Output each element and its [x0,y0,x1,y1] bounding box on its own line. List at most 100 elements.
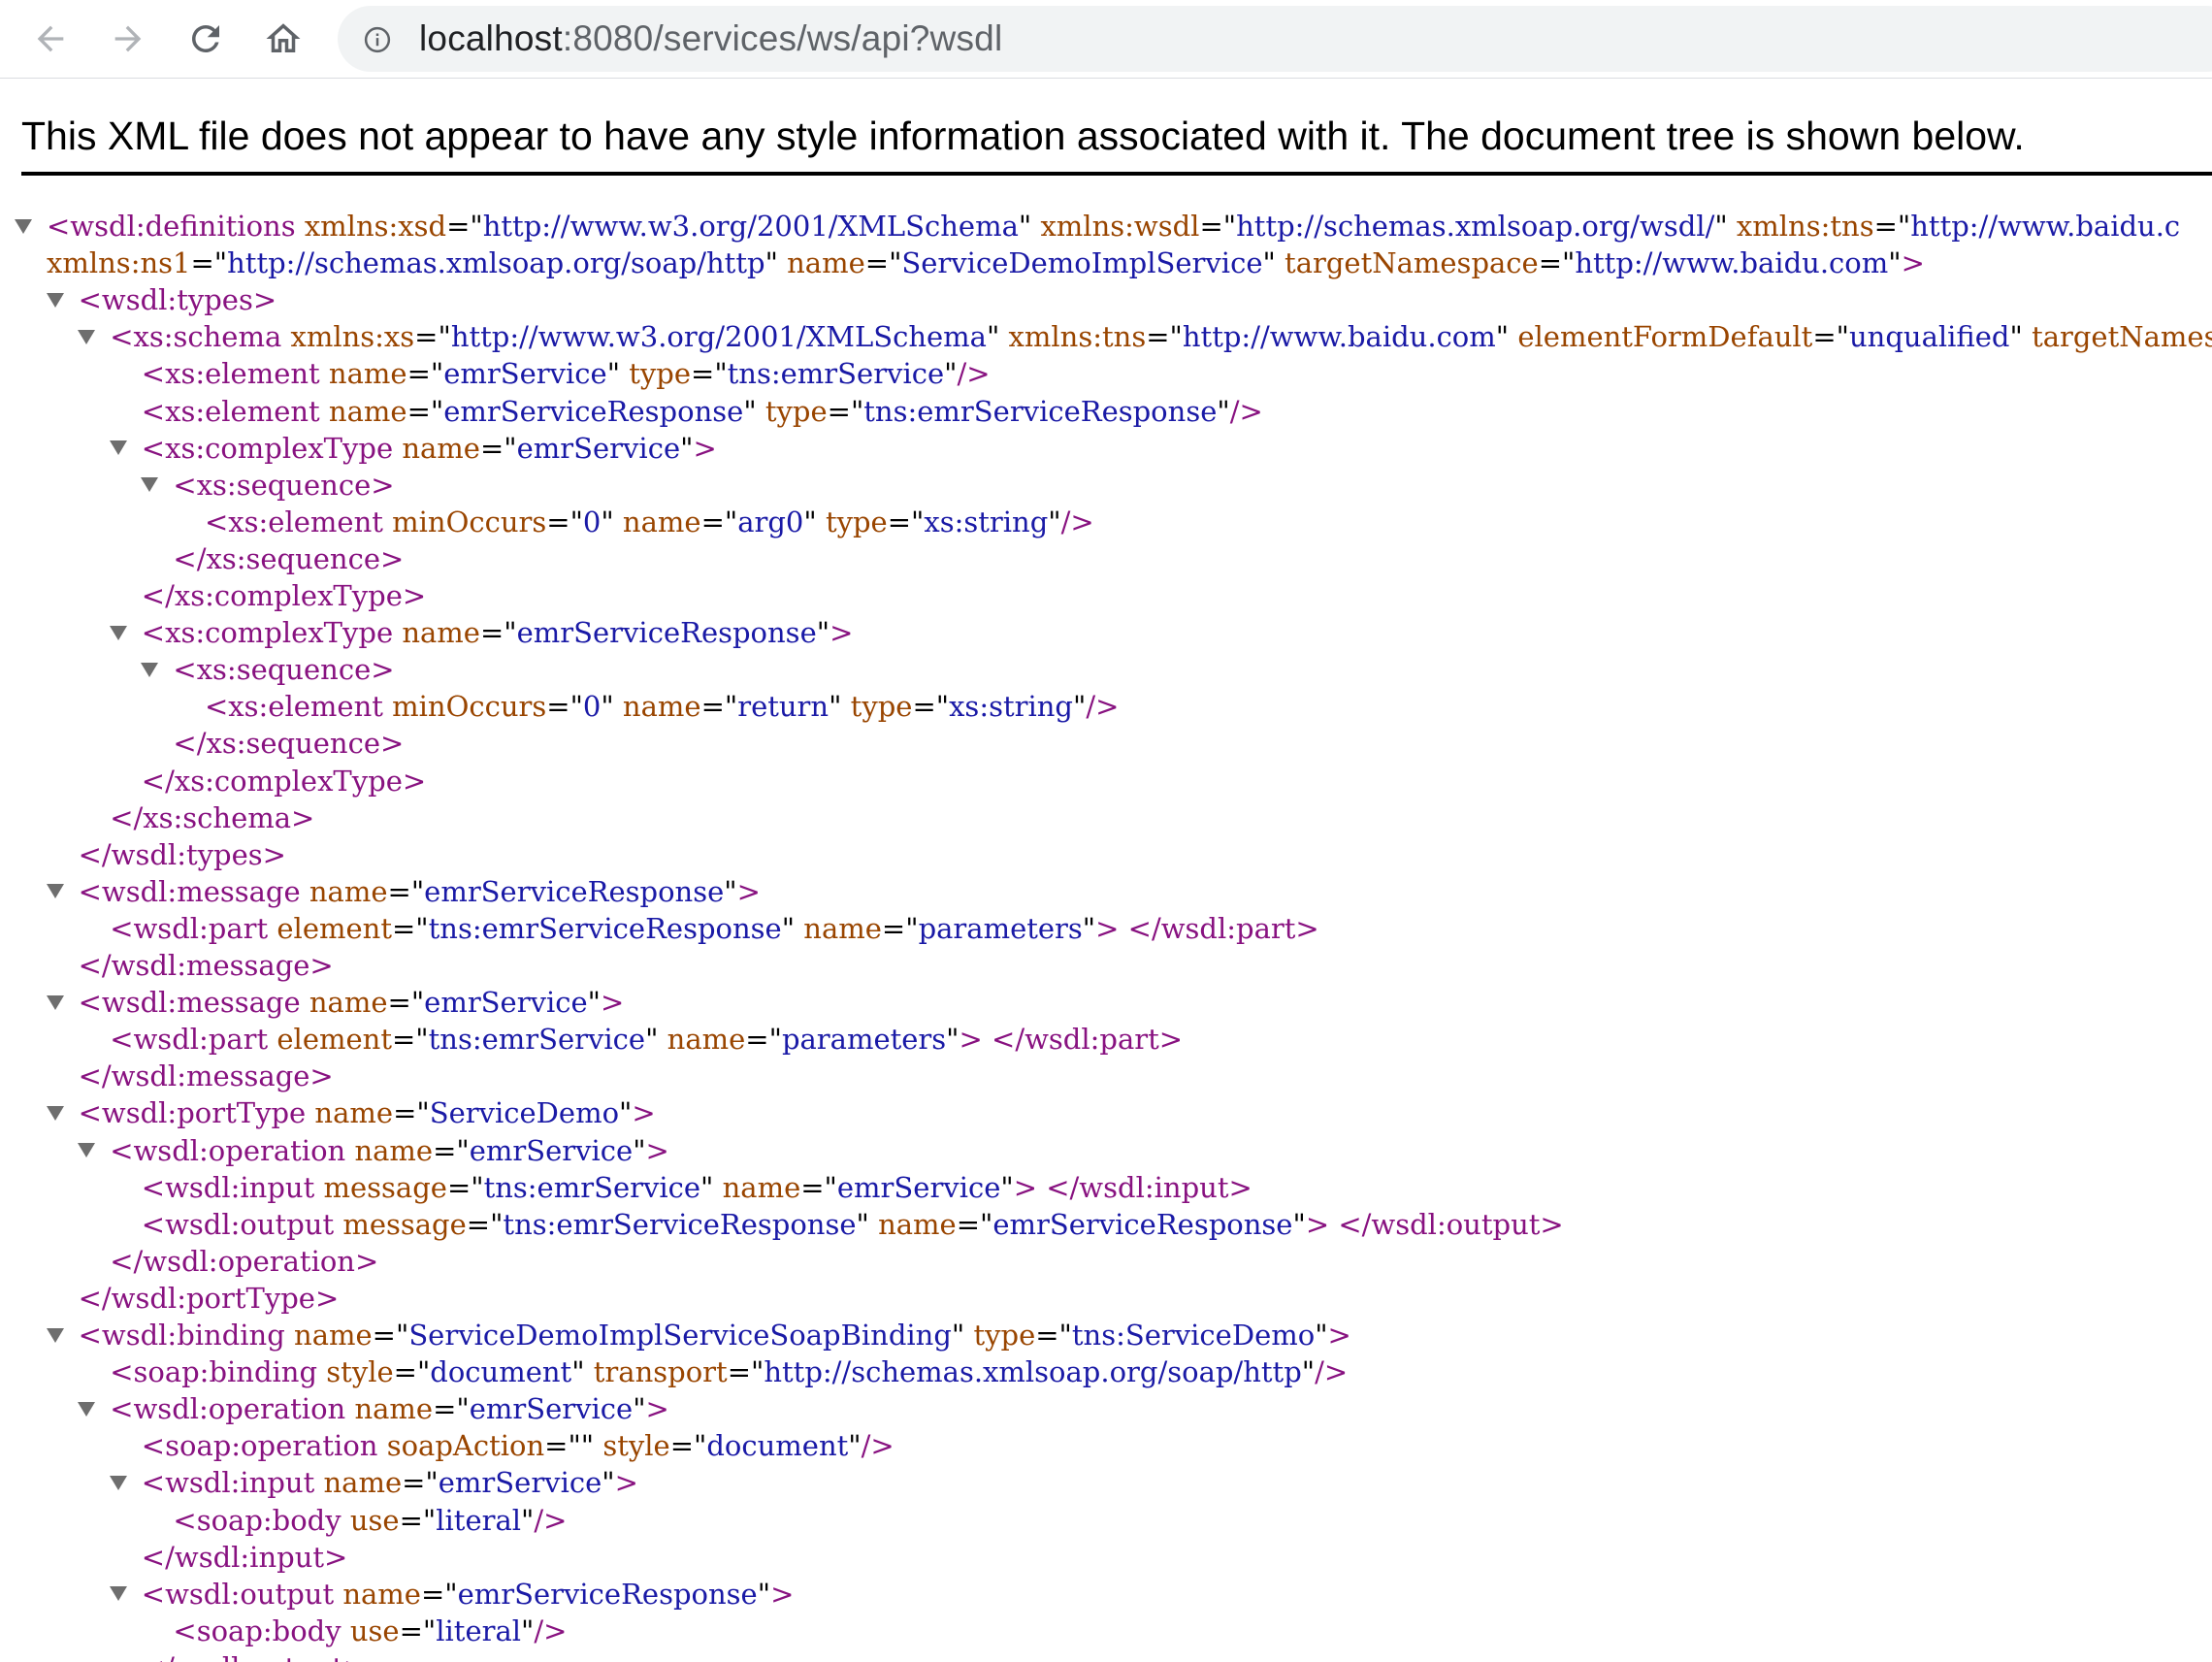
home-icon [266,23,301,52]
xml-attr-value: emrService [438,1466,602,1500]
xml-tag-text: /> [861,1429,895,1463]
collapse-toggle-icon[interactable] [46,281,65,318]
xml-attr-name: name [622,505,701,538]
reload-button[interactable] [179,12,233,66]
collapse-toggle-icon[interactable] [14,208,33,244]
xml-punct: =" [391,911,429,945]
collapse-toggle-icon[interactable] [109,1576,128,1613]
xml-punct: " [619,1096,633,1130]
xml-tag-text: > [1327,1319,1351,1352]
xml-tag-text: </xs:sequence> [173,541,405,575]
xml-punct: " [1082,911,1096,945]
collapse-toggle-icon[interactable] [46,1317,65,1353]
xml-attr-name: name [402,616,480,650]
xml-line-text: <soap:operation soapAction="" style="doc… [142,1427,895,1464]
xml-attr-name: style [326,1355,394,1389]
collapse-toggle-icon[interactable] [109,430,128,467]
xml-line-text: <wsdl:message name="emrServiceResponse"> [79,873,761,910]
xml-tag-text: <wsdl:message [78,874,301,908]
xml-attr-value: tns:emrService [428,1023,646,1057]
xml-attr-name: use [349,1613,400,1647]
xml-punct: " [743,394,757,428]
back-button[interactable] [23,12,78,66]
xml-attr-value: emrServiceResponse [443,394,744,428]
xml-attr-value: literal [436,1613,522,1647]
xml-tag-text: > [770,1577,795,1611]
xml-tag-text: <soap:body [173,1613,342,1647]
xml-tag-text: <soap:binding [110,1355,318,1389]
xml-attr-value: emrServiceResponse [457,1577,758,1611]
collapse-toggle-icon[interactable] [77,318,96,355]
collapse-toggle-icon[interactable] [109,614,128,651]
xml-attr-value: http://www.w3.org/2001/XMLSchema [482,210,1019,243]
xml-tag-text: <wsdl:definitions [47,210,296,243]
xml-punct: " [1073,690,1087,724]
xml-tag-text: <wsdl:input [141,1170,315,1204]
xml-punct: =" [1146,320,1183,354]
xml-punct: =" [1873,210,1911,243]
xml-punct: =" [956,1207,993,1241]
xml-punct: " [1018,210,1032,243]
xml-tag-text: > </wsdl:output> [1305,1207,1564,1241]
collapse-toggle-icon[interactable] [140,651,159,688]
xml-punct: " [633,1133,646,1167]
home-button[interactable] [256,12,310,66]
xml-punct: =" [433,1133,470,1167]
xml-attr-value: emrService [516,431,681,465]
xml-tag-text: <xs:sequence> [173,653,395,687]
xml-tag-text [383,690,392,723]
collapse-toggle-icon[interactable] [46,873,65,910]
address-bar[interactable]: localhost:8080/services/ws/api?wsdl [338,6,2212,72]
xml-punct: " [700,1170,714,1204]
xml-attr-name: message [323,1170,447,1204]
xml-tag-text [1509,320,1517,353]
xml-punct: ="" [544,1429,595,1463]
xml-tag-text [817,505,826,538]
xml-attr-value: tns:emrService [483,1170,701,1204]
xml-tag-text: </wsdl:input> [141,1540,348,1574]
forward-button[interactable] [101,12,155,66]
xml-attr-name: element [276,1023,392,1057]
collapse-toggle-icon[interactable] [77,1390,96,1427]
xml-tag-text [268,912,276,945]
collapse-toggle-icon[interactable] [46,1094,65,1131]
xml-punct: " [571,1355,585,1389]
xml-line-text: <wsdl:portType name="ServiceDemo"> [79,1094,656,1131]
xml-attr-name: name [309,874,388,908]
xml-attr-name: minOccurs [392,505,547,538]
xml-punct: =" [669,1429,707,1463]
collapse-toggle-icon[interactable] [77,1132,96,1169]
url-text[interactable]: localhost:8080/services/ws/api?wsdl [419,6,1002,72]
xml-attr-value: emrService [836,1170,1001,1204]
xml-attr-name: message [342,1207,467,1241]
xml-punct: =" [887,505,925,538]
collapse-toggle-icon[interactable] [46,984,65,1021]
xml-attr-value: arg0 [737,505,804,538]
info-icon[interactable] [363,25,392,54]
xml-tag-text: </wsdl:types> [78,837,286,871]
xml-line-text: </wsdl:portType> [79,1280,340,1317]
xml-attr-name: name [787,246,865,280]
xml-line-text: <xs:schema xmlns:xs="http://www.w3.org/2… [110,318,2212,355]
xml-attr-value: document [706,1429,849,1463]
xml-tag-text: > [645,1133,669,1167]
xml-punct: " [1495,320,1510,354]
xml-attr-name: name [294,1319,373,1352]
xml-attr-value: http://www.w3.org/2001/XMLSchema [450,320,987,354]
collapse-toggle-icon[interactable] [109,1464,128,1501]
xml-attr-name: name [314,1096,394,1130]
xml-line-text: <xs:element name="emrServiceResponse" ty… [142,393,1263,430]
xml-punct: =" [881,911,919,945]
xml-tag-text: </xs:sequence> [173,727,405,761]
xml-punct: " [602,1466,615,1500]
xml-tag-text: <soap:operation [141,1429,378,1463]
xml-punct: " [724,874,737,908]
collapse-toggle-icon[interactable] [140,467,159,504]
xml-tag-text [841,690,850,723]
xml-punct: =" [691,357,728,391]
xml-tag-text [393,432,402,465]
xml-attr-name: transport [593,1355,728,1389]
xml-tag-text [268,1023,276,1056]
xml-tag-text: </wsdl:operation> [110,1244,379,1278]
xml-punct: " [633,1392,646,1426]
